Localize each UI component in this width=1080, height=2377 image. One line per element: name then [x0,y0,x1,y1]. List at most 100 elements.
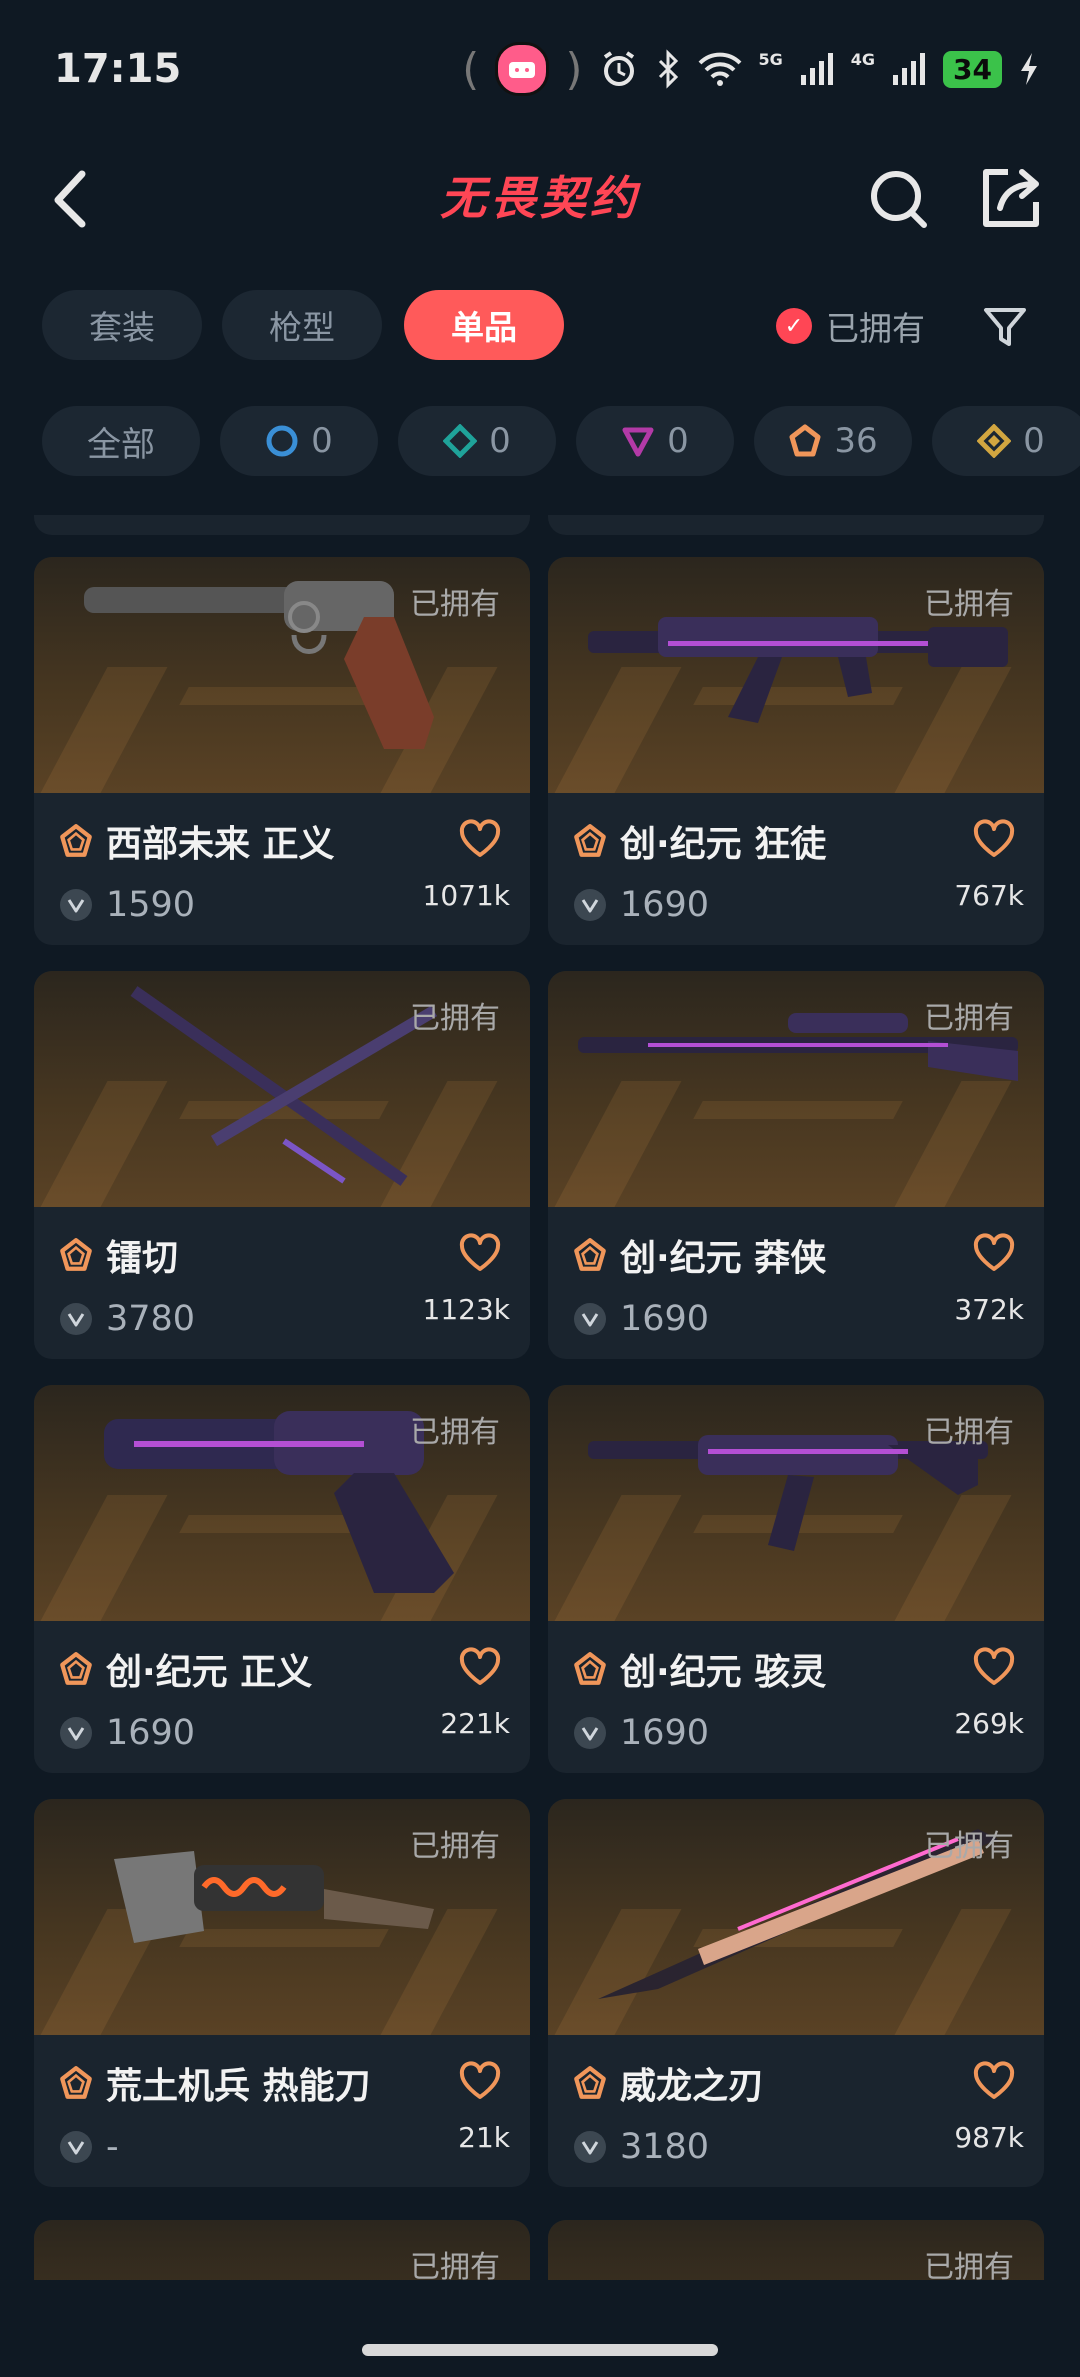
favorite-button[interactable] [458,819,502,859]
heart-icon [459,1233,501,1271]
rarity-chip-select[interactable]: 0 [220,406,378,476]
rarity-chip-all[interactable]: 全部 [42,406,200,476]
exclusive-tier-icon [60,1652,92,1685]
card-title-row: 西部未来 正义 [58,815,335,867]
tab-single-items[interactable]: 单品 [404,290,564,360]
charging-icon [1021,53,1037,85]
share-icon [983,169,1039,227]
exclusive-tier-icon [60,1238,92,1271]
owned-filter-toggle[interactable]: ✓ 已拥有 [776,298,925,354]
card-title-row: 荒土机兵 热能刀 [58,2057,371,2109]
favorite-button[interactable] [972,2061,1016,2101]
weapon-image: 已拥有 [34,557,530,793]
owned-tag: 已拥有 [410,1829,500,1864]
like-count: 767k [954,879,1024,912]
favorite-button[interactable] [972,1233,1016,1273]
owned-tag: 已拥有 [410,1415,500,1450]
item-card[interactable]: 已拥有 创·纪元 莽侠 1690 372k [548,971,1044,1359]
alarm-icon [603,51,634,86]
owned-tag: 已拥有 [924,1001,1014,1036]
filter-icon [984,308,1026,346]
weapon-image: 已拥有 [548,971,1044,1207]
favorite-button[interactable] [972,1647,1016,1687]
status-icons: ( ) 5G 4G 34 [462,42,1040,96]
like-count: 1071k [422,879,510,912]
heart-icon [973,2061,1015,2099]
item-card[interactable]: 已拥有 创·纪元 狂徒 1690 767k [548,557,1044,945]
heart-icon [973,819,1015,857]
favorite-button[interactable] [458,1233,502,1273]
like-count: 269k [954,1707,1024,1740]
exclusive-tier-icon [574,2066,606,2099]
card-title-row: 创·纪元 莽侠 [572,1229,826,1281]
item-name: 创·纪元 莽侠 [620,1238,827,1279]
favorite-button[interactable] [972,819,1016,859]
price-row: - [60,2127,119,2167]
exclusive-tier-icon [574,824,606,857]
card-title-row: 创·纪元 骇灵 [572,1643,826,1695]
share-button[interactable] [970,158,1050,238]
exclusive-tier-icon [789,424,821,457]
ultra-tier-icon [977,424,1012,458]
price-row: 1690 [574,1713,709,1753]
price-row: 1690 [574,1299,709,1339]
like-count: 372k [954,1293,1024,1326]
item-name: 创·纪元 骇灵 [620,1652,827,1693]
valorant-points-icon [60,1717,92,1749]
item-card[interactable]: 已拥有 镭切 3780 1123k [34,971,530,1359]
rarity-chip-premium[interactable]: 0 [576,406,734,476]
valorant-points-icon [60,2131,92,2163]
search-icon [871,171,927,228]
item-card[interactable]: 已拥有 创·纪元 骇灵 1690 269k [548,1385,1044,1773]
battery-indicator: 34 [943,50,1002,88]
item-card[interactable]: 已拥有 西部未来 正义 1590 1071k [34,557,530,945]
tab-weapon-types[interactable]: 枪型 [222,290,382,360]
select-tier-icon [266,425,298,457]
item-grid: 已拥有 西部未来 正义 1590 1071k 已拥有 创·纪元 狂徒 1690 … [0,515,1080,2285]
home-indicator[interactable] [362,2344,718,2356]
price-row: 1690 [60,1713,195,1753]
favorite-button[interactable] [458,2061,502,2101]
rarity-chip-ultra[interactable]: 0 [932,406,1080,476]
weapon-image: 已拥有 [548,557,1044,793]
item-price: 3180 [620,2127,710,2167]
item-price: 1690 [620,1299,710,1339]
bilibili-icon [495,42,550,96]
owned-tag: 已拥有 [924,587,1014,622]
valorant-points-icon [574,1303,606,1335]
rarity-chip-exclusive[interactable]: 36 [754,406,912,476]
price-row: 3780 [60,1299,195,1339]
category-tabs: 套装 枪型 单品 ✓ 已拥有 [0,290,1080,364]
premium-tier-icon [622,427,654,457]
tab-bundles[interactable]: 套装 [42,290,202,360]
exclusive-tier-icon [574,1652,606,1685]
clock: 17:15 [54,46,182,92]
item-card[interactable]: 已拥有 威龙之刃 3180 987k [548,1799,1044,2187]
item-price: 1690 [106,1713,196,1753]
item-name: 威龙之刃 [620,2066,765,2107]
weapon-image: 已拥有 [548,1799,1044,2035]
owned-tag: 已拥有 [924,1415,1014,1450]
valorant-points-icon [574,2131,606,2163]
heart-icon [459,819,501,857]
item-card[interactable]: 已拥有 创·纪元 正义 1690 221k [34,1385,530,1773]
heart-icon [973,1233,1015,1271]
item-name: 创·纪元 狂徒 [620,824,827,865]
item-card[interactable]: 已拥有 荒土机兵 热能刀 - 21k [34,1799,530,2187]
search-button[interactable] [860,158,940,238]
card-title-row: 镭切 [58,1229,178,1281]
owned-tag: 已拥有 [410,587,500,622]
card-partial: 已拥有 [34,2220,530,2280]
rarity-chip-deluxe[interactable]: 0 [398,406,556,476]
weapon-image: 已拥有 [34,1385,530,1621]
favorite-button[interactable] [458,1647,502,1687]
weapon-image: 已拥有 [548,1385,1044,1621]
signal-icon [800,53,833,85]
card-partial [548,515,1044,535]
like-count: 1123k [422,1293,510,1326]
price-row: 1590 [60,885,195,925]
weapon-image: 已拥有 [34,971,530,1207]
filter-button[interactable] [980,302,1030,352]
item-name: 荒土机兵 热能刀 [106,2066,371,2107]
card-partial [34,515,530,535]
